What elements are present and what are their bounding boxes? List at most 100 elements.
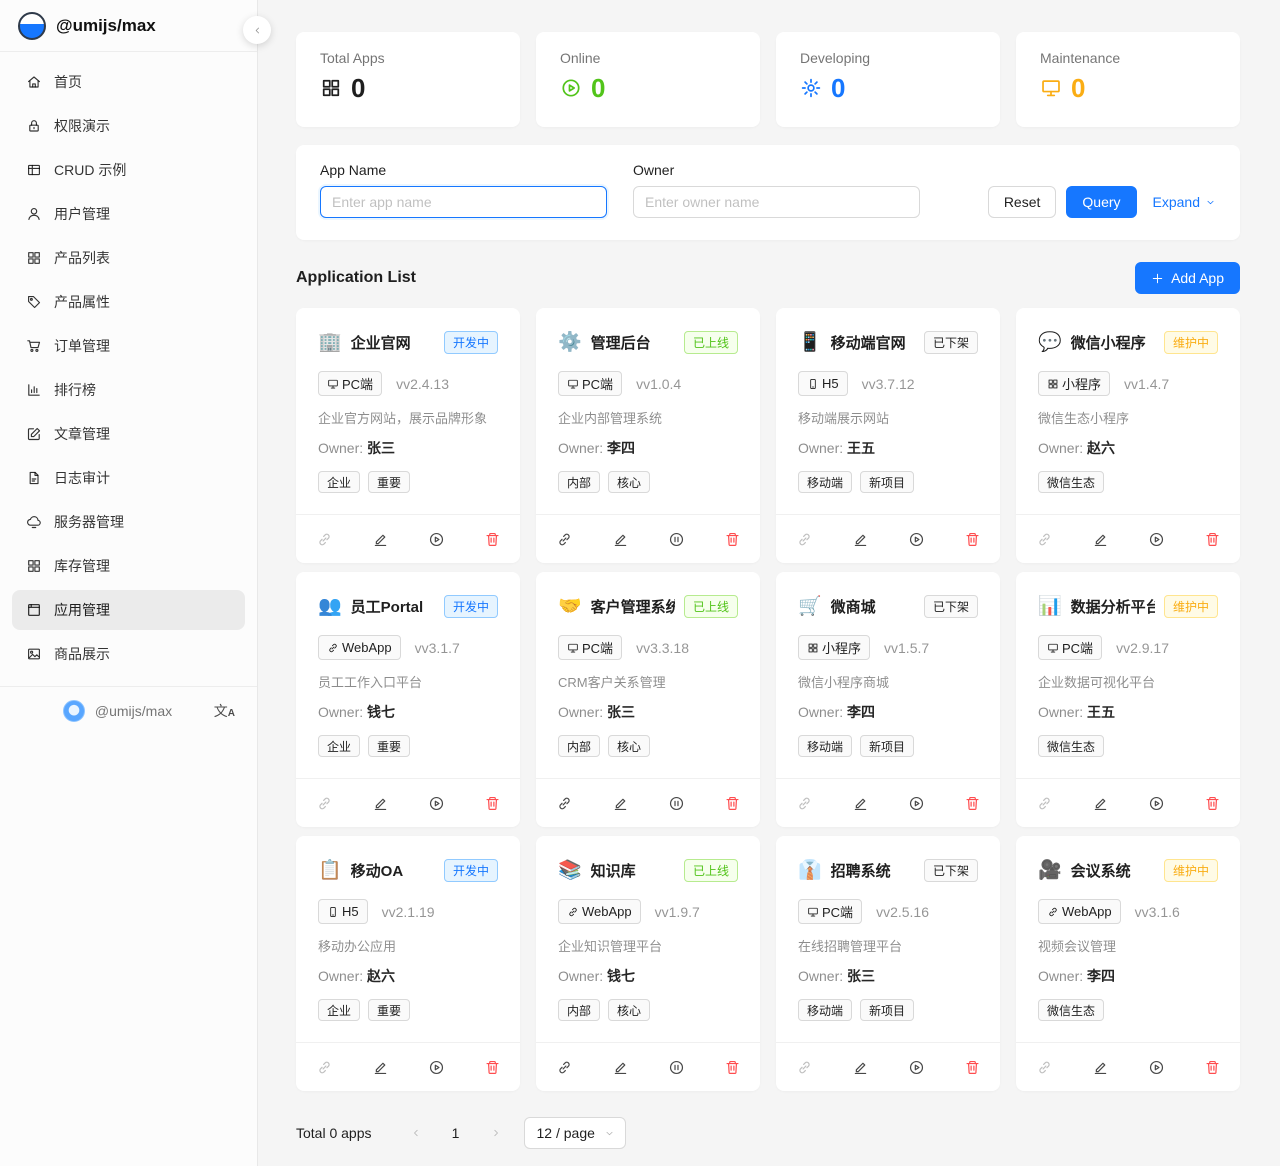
edit-app-button[interactable] (1072, 1059, 1128, 1076)
appstore-icon (807, 642, 819, 654)
delete-app-button[interactable] (464, 1059, 520, 1076)
sidebar-item-server-management[interactable]: 服务器管理 (12, 502, 245, 542)
sidebar-collapse-button[interactable] (243, 16, 271, 44)
app-status-badge: 开发中 (444, 859, 498, 882)
open-link-button[interactable] (1016, 795, 1072, 812)
owner-input[interactable] (633, 186, 920, 218)
toggle-status-button[interactable] (648, 531, 704, 548)
sidebar-item-inventory-management[interactable]: 库存管理 (12, 546, 245, 586)
open-link-button[interactable] (776, 531, 832, 548)
edit-app-button[interactable] (592, 531, 648, 548)
sidebar-item-crud-example[interactable]: CRUD 示例 (12, 150, 245, 190)
app-icon: 📋 (318, 861, 342, 880)
open-link-button[interactable] (1016, 1059, 1072, 1076)
delete-app-button[interactable] (704, 795, 760, 812)
toggle-status-button[interactable] (888, 531, 944, 548)
edit-app-button[interactable] (352, 795, 408, 812)
sidebar-item-label: 文章管理 (54, 424, 110, 444)
delete-app-button[interactable] (464, 531, 520, 548)
app-card: 📚知识库已上线WebAppvv1.9.7企业知识管理平台Owner: 钱七内部核… (536, 836, 760, 1091)
edit-app-button[interactable] (832, 795, 888, 812)
open-link-button[interactable] (296, 1059, 352, 1076)
pagination-next-button[interactable] (480, 1117, 512, 1149)
delete-app-button[interactable] (1184, 531, 1240, 548)
delete-app-button[interactable] (1184, 795, 1240, 812)
app-tags-row: 内部核心 (558, 735, 738, 757)
toggle-status-button[interactable] (888, 795, 944, 812)
open-link-button[interactable] (296, 531, 352, 548)
user-avatar[interactable] (63, 700, 85, 722)
delete-app-button[interactable] (704, 531, 760, 548)
toggle-status-button[interactable] (888, 1059, 944, 1076)
toggle-status-button[interactable] (408, 795, 464, 812)
app-card-body: 💬微信小程序维护中小程序vv1.4.7微信生态小程序Owner: 赵六微信生态 (1016, 308, 1240, 514)
toggle-status-button[interactable] (408, 1059, 464, 1076)
open-link-button[interactable] (296, 795, 352, 812)
open-link-button[interactable] (536, 531, 592, 548)
edit-app-button[interactable] (1072, 795, 1128, 812)
open-link-button[interactable] (776, 1059, 832, 1076)
query-button[interactable]: Query (1066, 186, 1136, 218)
sidebar-item-user-management[interactable]: 用户管理 (12, 194, 245, 234)
edit-icon (372, 795, 389, 812)
toggle-status-button[interactable] (408, 531, 464, 548)
edit-app-button[interactable] (832, 1059, 888, 1076)
sidebar-item-log-audit[interactable]: 日志审计 (12, 458, 245, 498)
sidebar-item-ranking[interactable]: 排行榜 (12, 370, 245, 410)
app-icon: ⚙️ (558, 333, 582, 352)
app-name: 会议系统 (1071, 860, 1155, 881)
open-link-button[interactable] (536, 795, 592, 812)
toggle-status-button[interactable] (1128, 1059, 1184, 1076)
translate-icon[interactable]: 文A (214, 704, 235, 719)
app-tag: 移动端 (798, 471, 852, 493)
appstore-icon (1047, 378, 1059, 390)
delete-app-button[interactable] (944, 531, 1000, 548)
app-card-body: ⚙️管理后台已上线PC端vv1.0.4企业内部管理系统Owner: 李四内部核心 (536, 308, 760, 514)
pagination-prev-button[interactable] (400, 1117, 432, 1149)
open-link-button[interactable] (536, 1059, 592, 1076)
trash-icon (484, 795, 501, 812)
trash-icon (724, 1059, 741, 1076)
edit-icon (372, 531, 389, 548)
owner-name: 李四 (607, 440, 635, 456)
delete-app-button[interactable] (944, 795, 1000, 812)
delete-app-button[interactable] (1184, 1059, 1240, 1076)
app-name-input[interactable] (320, 186, 607, 218)
sidebar-item-product-list[interactable]: 产品列表 (12, 238, 245, 278)
sidebar-item-product-attrs[interactable]: 产品属性 (12, 282, 245, 322)
toggle-status-button[interactable] (648, 1059, 704, 1076)
toggle-status-button[interactable] (1128, 795, 1184, 812)
app-tag: 微信生态 (1038, 999, 1104, 1021)
edit-app-button[interactable] (832, 531, 888, 548)
edit-app-button[interactable] (592, 1059, 648, 1076)
sidebar-item-app-management[interactable]: 应用管理 (12, 590, 245, 630)
delete-app-button[interactable] (704, 1059, 760, 1076)
sidebar-item-permission-demo[interactable]: 权限演示 (12, 106, 245, 146)
app-tag: 内部 (558, 999, 600, 1021)
add-app-button[interactable]: Add App (1135, 262, 1240, 294)
edit-app-button[interactable] (352, 531, 408, 548)
edit-app-button[interactable] (1072, 531, 1128, 548)
delete-app-button[interactable] (944, 1059, 1000, 1076)
sidebar-item-home[interactable]: 首页 (12, 62, 245, 102)
open-link-button[interactable] (1016, 531, 1072, 548)
open-link-button[interactable] (776, 795, 832, 812)
sidebar-item-order-management[interactable]: 订单管理 (12, 326, 245, 366)
delete-app-button[interactable] (464, 795, 520, 812)
sidebar-item-goods-display[interactable]: 商品展示 (12, 634, 245, 674)
app-card-actions (296, 514, 520, 563)
reset-button[interactable]: Reset (988, 186, 1057, 218)
sidebar-menu: 首页权限演示 CRUD 示例用户管理产品列表产品属性订单管理排行榜文章管理日志审计… (0, 52, 257, 678)
sidebar-item-label: 权限演示 (54, 116, 110, 136)
page-size-select[interactable]: 12 / page (524, 1117, 626, 1149)
edit-app-button[interactable] (352, 1059, 408, 1076)
pagination-page-1[interactable]: 1 (440, 1117, 472, 1149)
expand-toggle[interactable]: Expand (1153, 194, 1216, 210)
app-card-body: 👔招聘系统已下架PC端vv2.5.16在线招聘管理平台Owner: 张三移动端新… (776, 836, 1000, 1042)
sidebar-item-article-management[interactable]: 文章管理 (12, 414, 245, 454)
toggle-status-button[interactable] (648, 795, 704, 812)
edit-app-button[interactable] (592, 795, 648, 812)
home-icon (26, 74, 42, 90)
desktop-icon (327, 378, 339, 390)
toggle-status-button[interactable] (1128, 531, 1184, 548)
